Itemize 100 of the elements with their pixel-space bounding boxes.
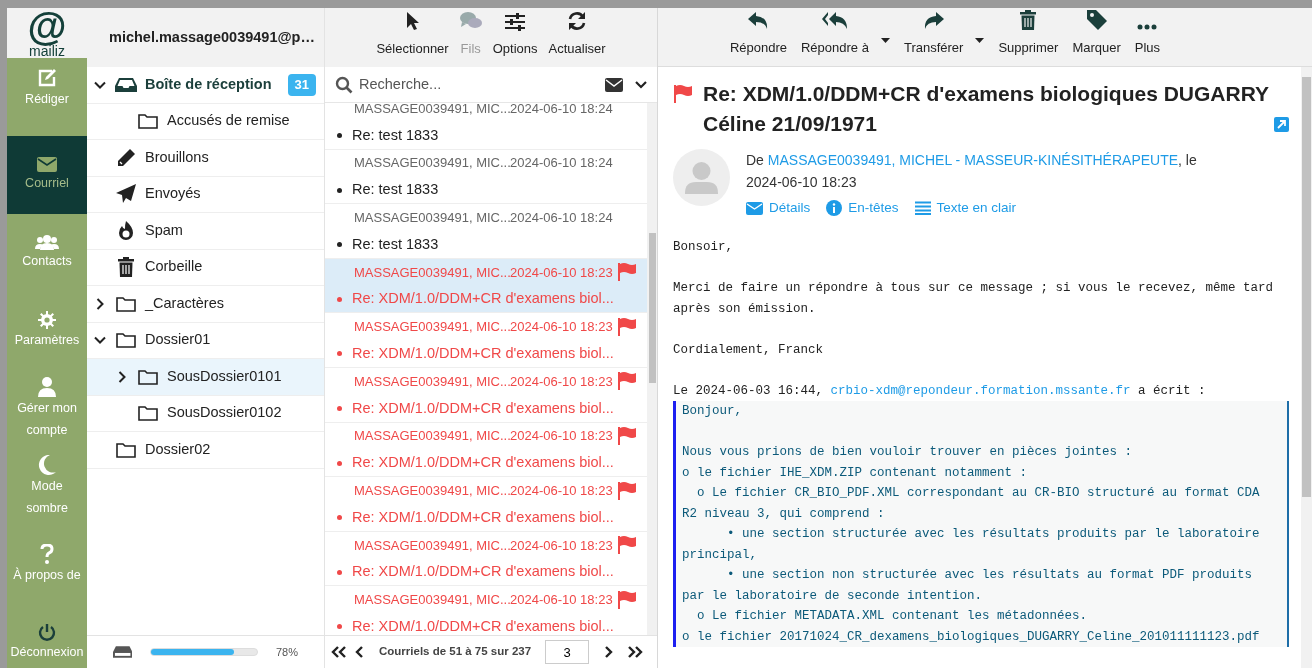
flag-icon <box>617 427 637 446</box>
chevron-right-icon[interactable] <box>118 370 126 383</box>
folder-name: Dossier02 <box>145 439 211 459</box>
folder-icon <box>138 368 158 385</box>
chevron-down-icon[interactable] <box>635 80 647 89</box>
more-dots-icon <box>1137 23 1158 30</box>
quote-intro: Le 2024-06-03 16:44, <box>673 382 825 400</box>
scrollbar[interactable] <box>1301 67 1312 668</box>
gear-icon <box>38 311 56 329</box>
folder-name: Spam <box>145 220 183 240</box>
nav-item[interactable]: Courriel <box>7 136 87 214</box>
toolbar-button[interactable]: Transférer <box>903 11 985 57</box>
chevron-right-icon[interactable] <box>96 297 104 310</box>
next-page-icon[interactable] <box>603 646 614 658</box>
folder-icon <box>116 441 136 458</box>
message-date: 2024-06-10 18:23 <box>510 427 613 446</box>
search-field[interactable]: Recherche... <box>359 73 599 96</box>
flag-icon <box>617 536 637 555</box>
search-icon <box>335 75 353 94</box>
reply-arrow-icon <box>748 11 769 30</box>
unread-count-badge: 31 <box>287 74 316 96</box>
message-date: 2024-06-10 18:24 <box>510 103 613 118</box>
chevron-down-icon[interactable] <box>94 80 106 89</box>
message-date: 2024-06-10 18:23 <box>510 536 613 555</box>
folder-item[interactable]: _Caractères <box>87 286 324 323</box>
forward-arrow-icon <box>923 11 944 30</box>
toolbar-button[interactable]: Sélectionner <box>376 10 449 58</box>
message-sender: MASSAGE0039491, MIC... <box>354 103 510 118</box>
message-date: 2024-06-10 18:23 <box>510 263 613 282</box>
message-subject: Re: XDM/1.0/DDM+CR d'examens biol... <box>352 344 614 363</box>
folder-name: Brouillons <box>145 147 209 167</box>
envelope-icon[interactable] <box>605 77 623 92</box>
message-sender: MASSAGE0039491, MIC... <box>354 208 510 227</box>
folder-name: Envoyés <box>145 184 201 204</box>
message-row[interactable]: MASSAGE0039491, MIC...2024-06-10 18:24 Re: test 1833 <box>325 103 647 150</box>
last-page-icon[interactable] <box>627 646 644 658</box>
message-date: 2024-06-10 18:23 <box>510 591 613 610</box>
paper-plane-icon <box>116 184 136 205</box>
message-sender: MASSAGE0039491, MIC... <box>354 318 510 337</box>
toolbar-button[interactable]: Plus <box>1134 23 1161 57</box>
sender-suffix: , le <box>1178 152 1197 168</box>
toolbar-button[interactable]: Répondre à <box>801 11 890 57</box>
flag-icon <box>617 263 637 282</box>
folder-icon <box>138 113 158 130</box>
body-paragraph: Merci de faire un répondre à tous sur ce message ; si vous le recevez, même tard après son émission. <box>673 280 1275 318</box>
chevron-down-icon[interactable] <box>94 336 106 345</box>
folder-item[interactable]: Envoyés <box>87 176 324 213</box>
folder-item[interactable]: Spam <box>87 213 324 250</box>
page-number-field[interactable]: 3 <box>545 640 590 664</box>
folder-item[interactable]: SousDossier0101 <box>87 359 324 396</box>
folder-name: _Caractères <box>145 293 224 313</box>
flame-icon <box>117 220 135 241</box>
quote-intro: a écrit : <box>1137 382 1206 400</box>
folder-name: Dossier01 <box>145 330 211 350</box>
scrollbar[interactable] <box>647 103 657 635</box>
lines-icon <box>914 201 931 215</box>
person-icon <box>38 377 56 397</box>
message-subject: Re: XDM/1.0/DDM+CR d'examens biol... <box>352 398 614 418</box>
mailiz-logo: @ mailiz <box>7 8 87 58</box>
flag-icon <box>617 317 637 336</box>
avatar-icon <box>673 149 730 206</box>
toolbar-button[interactable]: Marquer <box>1072 9 1121 57</box>
folder-item[interactable]: SousDossier0102 <box>87 395 324 432</box>
message-subject: Re: test 1833 <box>352 125 439 145</box>
flag-icon <box>617 481 637 500</box>
storage-percentage: 78% <box>275 644 298 660</box>
folder-item[interactable]: Boîte de réception 31 <box>87 67 324 104</box>
previous-page-icon[interactable] <box>355 646 365 658</box>
toolbar-button[interactable]: Options <box>492 12 538 58</box>
folder-name: SousDossier0101 <box>167 366 282 386</box>
folder-item[interactable]: Dossier02 <box>87 432 324 469</box>
folder-item[interactable]: Corbeille <box>87 249 324 286</box>
flag-icon <box>617 372 637 391</box>
message-date: 2024-06-10 18:23 <box>510 372 613 391</box>
external-link-icon[interactable] <box>1274 117 1289 132</box>
toolbar-button[interactable]: Actualiser <box>548 10 606 58</box>
speech-bubbles-icon <box>459 10 482 31</box>
trash-icon <box>118 257 134 278</box>
folder-name: SousDossier0102 <box>167 403 282 423</box>
message-subject: Re: XDM/1.0/DDM+CR d'examens biol... <box>352 562 614 582</box>
dropdown-caret-icon[interactable] <box>880 37 890 43</box>
info-icon <box>826 200 843 216</box>
toolbar-button[interactable]: Supprimer <box>998 9 1059 57</box>
message-date: 2024-06-10 18:23 <box>510 318 613 337</box>
message-sender: MASSAGE0039491, MIC... <box>354 372 510 391</box>
message-sender: MASSAGE0039491, MIC... <box>354 481 510 500</box>
toolbar-button[interactable]: Répondre <box>729 11 787 57</box>
refresh-icon <box>567 10 588 31</box>
sender-prefix: De <box>746 152 765 168</box>
first-page-icon[interactable] <box>331 646 347 658</box>
message-subject: Re: XDM/1.0/DDM+CR d'examens biol... <box>352 289 614 309</box>
scrollbar-thumb[interactable] <box>648 233 656 383</box>
scrollbar-thumb[interactable] <box>1302 77 1311 497</box>
folder-item[interactable]: Accusés de remise <box>87 103 324 140</box>
dropdown-caret-icon[interactable] <box>975 37 985 43</box>
hard-drive-icon <box>113 645 133 659</box>
body-paragraph: Cordialement, Franck <box>673 341 825 359</box>
folder-item[interactable]: Brouillons <box>87 140 324 177</box>
message-sender: MASSAGE0039491, MIC... <box>354 154 510 173</box>
pencil-square-icon <box>37 68 57 88</box>
